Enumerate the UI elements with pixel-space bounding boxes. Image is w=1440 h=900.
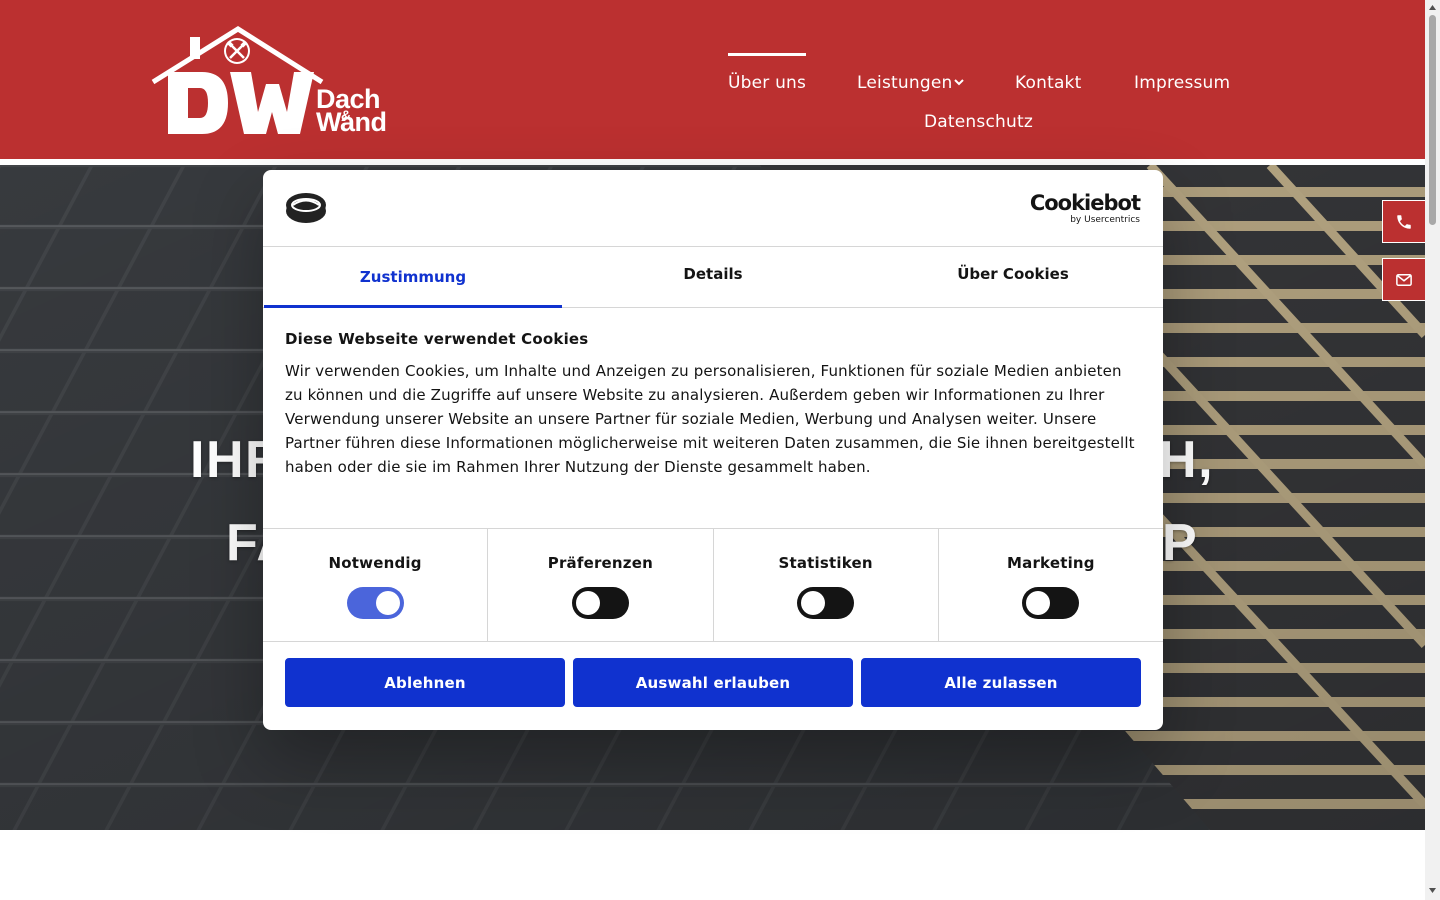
nav-item-ueber-uns[interactable]: Über uns bbox=[728, 53, 807, 93]
cookie-heading: Diese Webseite verwendet Cookies bbox=[285, 330, 589, 348]
scroll-down-icon[interactable] bbox=[1428, 886, 1437, 895]
cookie-dialog-header: Cookiebot by Usercentrics bbox=[263, 170, 1163, 247]
mail-button[interactable] bbox=[1382, 258, 1425, 301]
toggle-statistiken[interactable] bbox=[797, 587, 855, 619]
consent-label-statistiken: Statistiken bbox=[778, 554, 873, 572]
site-header: Dach & Wand Über uns Leistungen Kontakt … bbox=[0, 0, 1425, 162]
cookie-buttons: Ablehnen Auswahl erlauben Alle zulassen bbox=[285, 658, 1141, 707]
decline-button[interactable]: Ablehnen bbox=[285, 658, 565, 707]
consent-notwendig: Notwendig bbox=[263, 529, 489, 641]
allow-selection-button[interactable]: Auswahl erlauben bbox=[573, 658, 853, 707]
page-scrollbar[interactable] bbox=[1425, 0, 1440, 900]
tab-details[interactable]: Details bbox=[563, 247, 863, 307]
cookie-content: Diese Webseite verwendet Cookies Wir ver… bbox=[285, 330, 1141, 479]
consent-label-praeferenzen: Präferenzen bbox=[547, 554, 653, 572]
phone-icon bbox=[1397, 214, 1411, 229]
toggle-knob bbox=[1026, 591, 1051, 615]
logo-word-wand: Wand bbox=[316, 107, 386, 137]
consent-categories: Notwendig Präferenzen Statistiken Market… bbox=[263, 528, 1163, 642]
scroll-up-icon[interactable] bbox=[1428, 3, 1437, 12]
consent-marketing: Marketing bbox=[939, 529, 1163, 641]
toggle-praeferenzen[interactable] bbox=[571, 587, 629, 619]
nav-item-leistungen-label: Leistungen bbox=[857, 73, 953, 93]
toggle-knob bbox=[375, 591, 400, 615]
cookie-tabs: Zustimmung Details Über Cookies bbox=[263, 247, 1163, 308]
consent-statistiken: Statistiken bbox=[714, 529, 939, 641]
scroll-thumb[interactable] bbox=[1429, 15, 1436, 225]
cookiebot-sub: by Usercentrics bbox=[1070, 215, 1140, 225]
consent-praeferenzen: Präferenzen bbox=[488, 529, 714, 641]
toggle-marketing[interactable] bbox=[1022, 587, 1080, 619]
tab-zustimmung[interactable]: Zustimmung bbox=[263, 247, 563, 308]
dach-wand-logo[interactable]: Dach & Wand bbox=[150, 24, 396, 138]
toggle-knob bbox=[575, 591, 600, 615]
cookie-body-text: Wir verwenden Cookies, um Inhalte und An… bbox=[285, 362, 1135, 476]
nav-item-leistungen[interactable]: Leistungen bbox=[857, 73, 965, 93]
mail-icon bbox=[1396, 273, 1412, 286]
allow-all-button[interactable]: Alle zulassen bbox=[861, 658, 1141, 707]
chevron-down-icon bbox=[954, 78, 965, 85]
nav-item-datenschutz[interactable]: Datenschutz bbox=[924, 112, 1033, 132]
consent-label-marketing: Marketing bbox=[1007, 554, 1095, 572]
nav-item-impressum[interactable]: Impressum bbox=[1134, 73, 1230, 93]
cookiebot-name: Cookiebot bbox=[1029, 191, 1141, 215]
cookiebot-logo[interactable]: Cookiebot by Usercentrics bbox=[1029, 191, 1141, 225]
phone-button[interactable] bbox=[1382, 200, 1425, 243]
toggle-knob bbox=[801, 591, 826, 615]
hero-line2-right: P bbox=[1162, 514, 1199, 572]
toggle-notwendig[interactable] bbox=[346, 587, 404, 619]
site-badge-icon bbox=[286, 193, 326, 223]
cookie-consent-dialog: Cookiebot by Usercentrics Zustimmung Det… bbox=[263, 170, 1163, 730]
tab-ueber-cookies[interactable]: Über Cookies bbox=[863, 247, 1163, 307]
nav-item-kontakt[interactable]: Kontakt bbox=[1015, 73, 1081, 93]
consent-label-notwendig: Notwendig bbox=[328, 554, 422, 572]
